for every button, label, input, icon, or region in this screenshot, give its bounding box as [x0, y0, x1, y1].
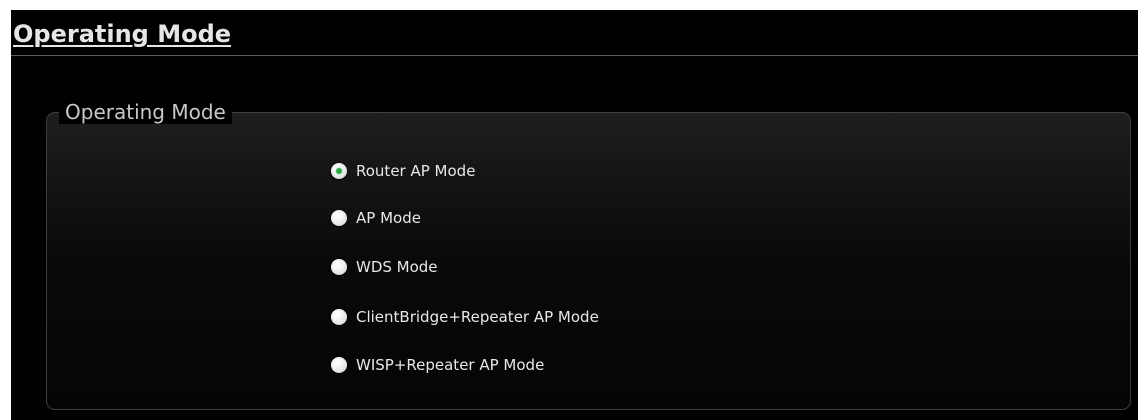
radio-unchecked-icon[interactable]: [331, 210, 347, 226]
clientbridge-repeater-ap-mode-label[interactable]: ClientBridge+Repeater AP Mode: [356, 307, 599, 327]
radio-unchecked-icon[interactable]: [331, 259, 347, 275]
wds-mode-option[interactable]: WDS Mode: [331, 255, 438, 279]
wds-mode-label[interactable]: WDS Mode: [356, 257, 438, 277]
radio-checked-icon[interactable]: [331, 163, 347, 179]
operating-mode-group-legend: Operating Mode: [59, 100, 232, 124]
radio-unchecked-icon[interactable]: [331, 309, 347, 325]
ap-mode-option[interactable]: AP Mode: [331, 206, 421, 230]
wisp-repeater-ap-mode-label[interactable]: WISP+Repeater AP Mode: [356, 355, 544, 375]
settings-panel: Operating Mode Operating Mode Router AP …: [11, 10, 1138, 420]
title-divider: [11, 55, 1138, 56]
router-ap-mode-label[interactable]: Router AP Mode: [356, 161, 475, 181]
radio-unchecked-icon[interactable]: [331, 357, 347, 373]
operating-mode-group: [46, 112, 1131, 410]
page-title: Operating Mode: [13, 20, 232, 48]
ap-mode-label[interactable]: AP Mode: [356, 208, 421, 228]
router-ap-mode-option[interactable]: Router AP Mode: [331, 159, 475, 183]
clientbridge-repeater-ap-mode-option[interactable]: ClientBridge+Repeater AP Mode: [331, 305, 599, 329]
wisp-repeater-ap-mode-option[interactable]: WISP+Repeater AP Mode: [331, 353, 544, 377]
